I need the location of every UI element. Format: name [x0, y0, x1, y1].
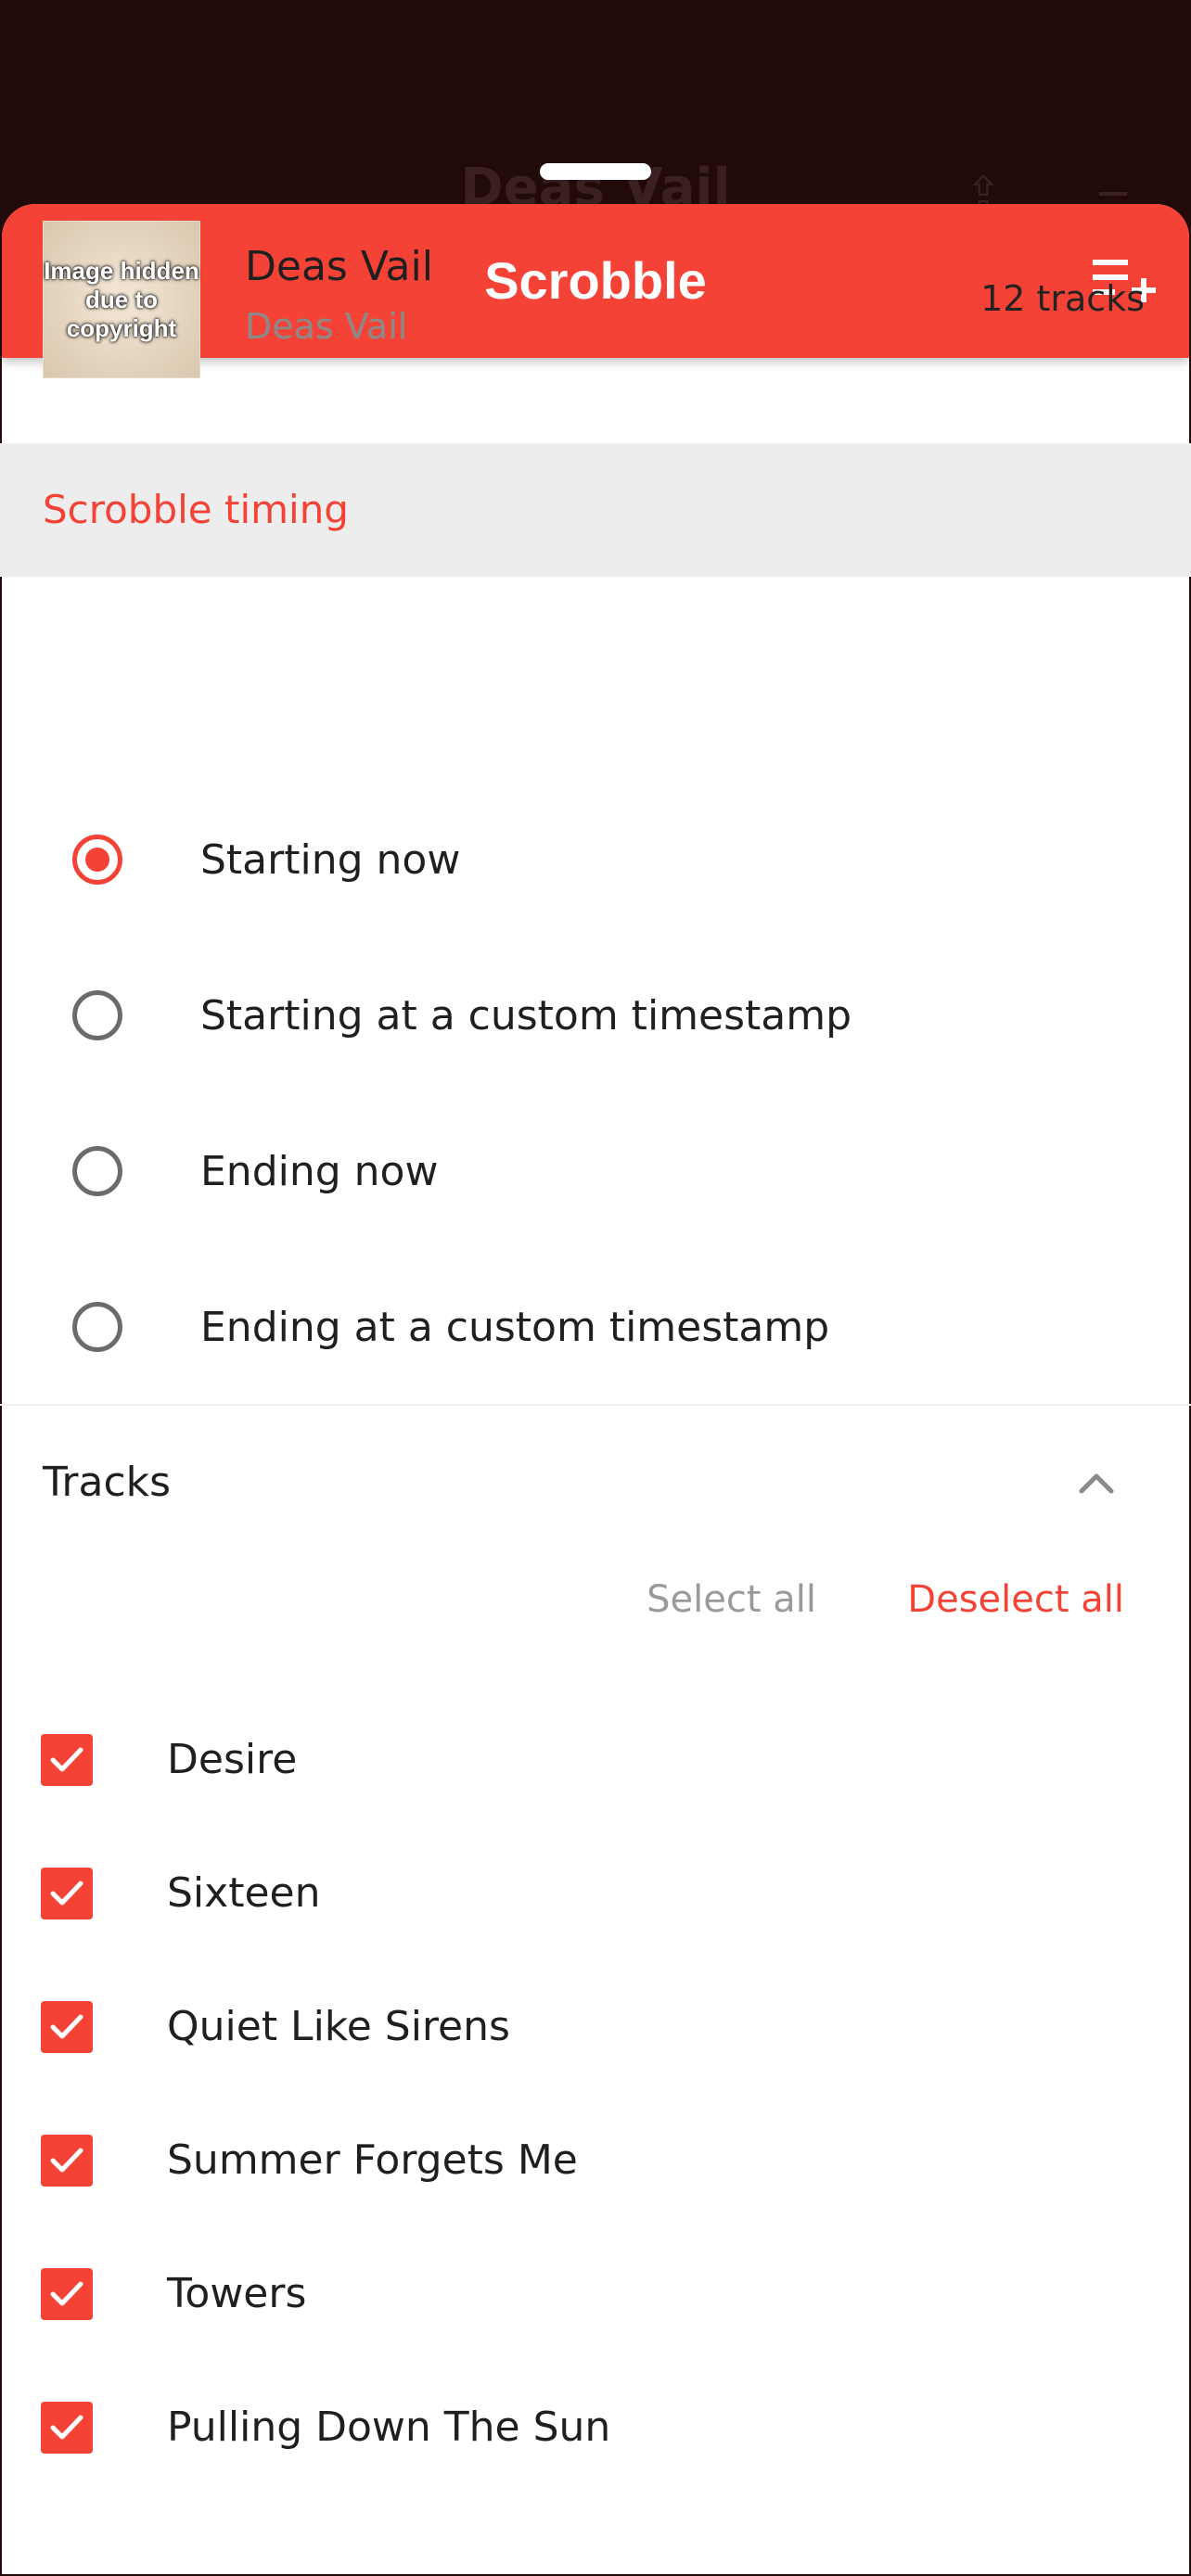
checkbox[interactable] — [41, 2135, 93, 2187]
timing-option-ending-custom[interactable]: Ending at a custom timestamp — [0, 1250, 1191, 1406]
checkbox[interactable] — [41, 1868, 93, 1919]
radio-label: Ending now — [200, 1148, 439, 1195]
track-title: Sixteen — [167, 1869, 321, 1917]
track-title: Summer Forgets Me — [167, 2136, 578, 2184]
checkmark-icon — [50, 2415, 83, 2440]
checkmark-icon — [50, 2148, 83, 2173]
track-row[interactable]: Quiet Like Sirens — [0, 1960, 1191, 2094]
album-cover: Image hidden due to copyright — [43, 221, 200, 378]
track-row[interactable]: Towers — [0, 2227, 1191, 2361]
track-row[interactable]: Sixteen — [0, 1827, 1191, 1960]
timing-option-starting-custom[interactable]: Starting at a custom timestamp — [0, 938, 1191, 1094]
tracks-label: Tracks — [43, 1459, 172, 1506]
track-row[interactable]: Pulling Down The Sun — [0, 2361, 1191, 2494]
radio-button[interactable] — [72, 1146, 122, 1196]
deselect-all-button[interactable]: Deselect all — [907, 1578, 1124, 1621]
checkmark-icon — [50, 1881, 83, 1906]
radio-button[interactable] — [72, 835, 122, 885]
tracks-expander[interactable]: Tracks — [0, 1406, 1191, 1560]
radio-button[interactable] — [72, 1302, 122, 1352]
checkmark-icon — [50, 2281, 83, 2306]
album-title: Deas Vail — [245, 243, 433, 290]
checkmark-icon — [50, 2014, 83, 2039]
timing-option-starting-now[interactable]: Starting now — [0, 783, 1191, 938]
track-count: 12 tracks — [980, 278, 1145, 319]
section-label: Scrobble timing — [43, 487, 349, 532]
radio-label: Starting at a custom timestamp — [200, 992, 852, 1039]
checkbox[interactable] — [41, 2001, 93, 2053]
checkbox[interactable] — [41, 2402, 93, 2454]
chevron-up-icon[interactable] — [1076, 1463, 1117, 1504]
checkmark-icon — [50, 1747, 83, 1772]
checkbox[interactable] — [41, 2268, 93, 2320]
radio-button[interactable] — [72, 990, 122, 1040]
track-row[interactable]: Summer Forgets Me — [0, 2094, 1191, 2227]
track-row[interactable]: Desire — [0, 1693, 1191, 1827]
radio-label: Starting now — [200, 836, 461, 884]
album-artist: Deas Vail — [245, 306, 408, 347]
radio-label: Ending at a custom timestamp — [200, 1304, 830, 1351]
scrobble-timing-header: Scrobble timing — [0, 443, 1191, 577]
checkbox[interactable] — [41, 1734, 93, 1786]
track-title: Quiet Like Sirens — [167, 2003, 510, 2050]
select-all-button[interactable]: Select all — [647, 1578, 816, 1621]
sheet-drag-handle[interactable] — [540, 163, 651, 180]
track-title: Towers — [167, 2270, 307, 2317]
track-title: Desire — [167, 1736, 298, 1783]
timing-option-ending-now[interactable]: Ending now — [0, 1094, 1191, 1250]
track-title: Pulling Down The Sun — [167, 2404, 611, 2451]
